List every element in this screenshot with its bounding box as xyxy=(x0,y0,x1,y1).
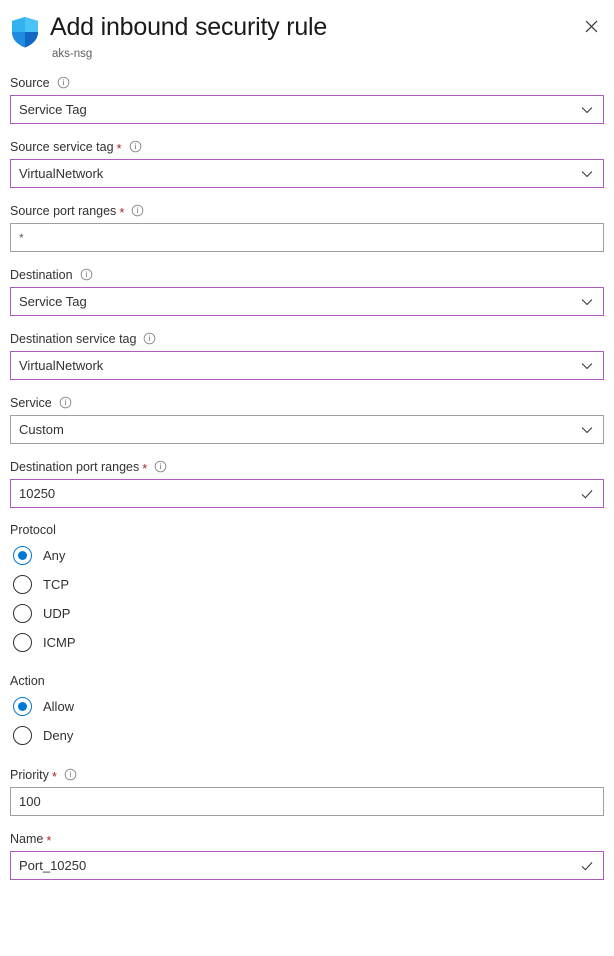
destination-port-ranges-info-circle-icon[interactable] xyxy=(154,460,167,473)
protocol-options: Any TCP UDP ICMP xyxy=(10,541,604,657)
action-option-label: Allow xyxy=(43,699,74,715)
destination-port-ranges-value: 10250 xyxy=(11,486,603,502)
name-value: Port_10250 xyxy=(11,858,603,874)
source-port-ranges-label-row: Source port ranges* xyxy=(10,202,604,219)
protocol-option-label: Any xyxy=(43,548,65,564)
destination-label-row: Destination xyxy=(10,266,604,283)
destination-port-ranges-label-row: Destination port ranges* xyxy=(10,458,604,475)
destination-dropdown[interactable]: Service Tag xyxy=(10,287,604,316)
source-service-tag-value: VirtualNetwork xyxy=(11,166,603,182)
source-service-tag-label-row: Source service tag* xyxy=(10,138,604,155)
source-port-ranges-required-indicator: * xyxy=(119,206,124,219)
name-input[interactable]: Port_10250 xyxy=(10,851,604,880)
header-text-group: Add inbound security rule aks-nsg xyxy=(50,12,327,62)
source-service-tag-dropdown[interactable]: VirtualNetwork xyxy=(10,159,604,188)
field-service: Service Custom xyxy=(10,394,604,444)
close-icon xyxy=(584,19,599,34)
field-destination-service-tag: Destination service tag VirtualNetwork xyxy=(10,330,604,380)
page-subtitle: aks-nsg xyxy=(50,46,327,62)
field-destination: Destination Service Tag xyxy=(10,266,604,316)
protocol-option-tcp[interactable]: TCP xyxy=(10,570,604,599)
protocol-radio-group: Protocol Any TCP UDP ICMP xyxy=(10,522,604,657)
priority-value: 100 xyxy=(11,794,603,810)
source-label: Source xyxy=(10,75,50,91)
service-label-row: Service xyxy=(10,394,604,411)
priority-info-circle-icon[interactable] xyxy=(64,768,77,781)
destination-port-ranges-required-indicator: * xyxy=(142,462,147,475)
name-label: Name xyxy=(10,831,43,847)
priority-label-row: Priority* xyxy=(10,766,604,783)
destination-info-circle-icon[interactable] xyxy=(80,268,93,281)
source-label-row: Source xyxy=(10,74,604,91)
protocol-radio-selected-icon xyxy=(13,546,32,565)
blade-header: Add inbound security rule aks-nsg xyxy=(0,0,614,74)
name-required-indicator: * xyxy=(46,834,51,847)
protocol-option-icmp[interactable]: ICMP xyxy=(10,628,604,657)
protocol-option-label: ICMP xyxy=(43,635,76,651)
field-source: Source Service Tag xyxy=(10,74,604,124)
source-service-tag-label: Source service tag xyxy=(10,139,114,155)
service-info-circle-icon[interactable] xyxy=(59,396,72,409)
service-dropdown[interactable]: Custom xyxy=(10,415,604,444)
source-port-ranges-input[interactable]: * xyxy=(10,223,604,252)
tail-fields-container: Priority*100Name*Port_10250 xyxy=(10,766,604,880)
source-service-tag-info-circle-icon[interactable] xyxy=(129,140,142,153)
action-option-label: Deny xyxy=(43,728,73,744)
protocol-radio-unselected-icon xyxy=(13,633,32,652)
priority-input[interactable]: 100 xyxy=(10,787,604,816)
destination-port-ranges-label: Destination port ranges xyxy=(10,459,139,475)
destination-service-tag-value: VirtualNetwork xyxy=(11,358,603,374)
priority-required-indicator: * xyxy=(52,770,57,783)
destination-service-tag-label: Destination service tag xyxy=(10,331,136,347)
destination-port-ranges-input[interactable]: 10250 xyxy=(10,479,604,508)
service-label: Service xyxy=(10,395,52,411)
field-priority: Priority* 100 xyxy=(10,766,604,816)
source-info-circle-icon[interactable] xyxy=(57,76,70,89)
service-value: Custom xyxy=(11,422,603,438)
close-button[interactable] xyxy=(579,14,603,38)
destination-value: Service Tag xyxy=(11,294,603,310)
action-option-deny[interactable]: Deny xyxy=(10,721,604,750)
protocol-radio-unselected-icon xyxy=(13,604,32,623)
protocol-option-label: UDP xyxy=(43,606,70,622)
action-radio-selected-icon xyxy=(13,697,32,716)
action-group-label: Action xyxy=(10,673,604,689)
action-radio-group: Action Allow Deny xyxy=(10,673,604,750)
field-name: Name* Port_10250 xyxy=(10,830,604,880)
source-port-ranges-info-circle-icon[interactable] xyxy=(131,204,144,217)
destination-service-tag-label-row: Destination service tag xyxy=(10,330,604,347)
source-service-tag-required-indicator: * xyxy=(117,142,122,155)
name-label-row: Name* xyxy=(10,830,604,847)
protocol-option-label: TCP xyxy=(43,577,69,593)
destination-label: Destination xyxy=(10,267,73,283)
source-value: Service Tag xyxy=(11,102,603,118)
source-port-ranges-value: * xyxy=(11,230,603,246)
field-source-port-ranges: Source port ranges** xyxy=(10,202,604,252)
protocol-radio-unselected-icon xyxy=(13,575,32,594)
primary-fields-container: SourceService TagSource service tag*Virt… xyxy=(10,74,604,508)
page-title: Add inbound security rule xyxy=(50,12,327,42)
security-rule-form: SourceService TagSource service tag*Virt… xyxy=(0,74,614,880)
field-source-service-tag: Source service tag* VirtualNetwork xyxy=(10,138,604,188)
field-destination-port-ranges: Destination port ranges* 10250 xyxy=(10,458,604,508)
source-dropdown[interactable]: Service Tag xyxy=(10,95,604,124)
network-security-group-shield-icon xyxy=(10,16,40,48)
protocol-group-label: Protocol xyxy=(10,522,604,538)
source-port-ranges-label: Source port ranges xyxy=(10,203,116,219)
protocol-option-udp[interactable]: UDP xyxy=(10,599,604,628)
destination-service-tag-dropdown[interactable]: VirtualNetwork xyxy=(10,351,604,380)
action-radio-unselected-icon xyxy=(13,726,32,745)
blade-header-row: Add inbound security rule aks-nsg xyxy=(0,12,614,62)
priority-label: Priority xyxy=(10,767,49,783)
action-options: Allow Deny xyxy=(10,692,604,750)
action-option-allow[interactable]: Allow xyxy=(10,692,604,721)
destination-service-tag-info-circle-icon[interactable] xyxy=(143,332,156,345)
protocol-option-any[interactable]: Any xyxy=(10,541,604,570)
